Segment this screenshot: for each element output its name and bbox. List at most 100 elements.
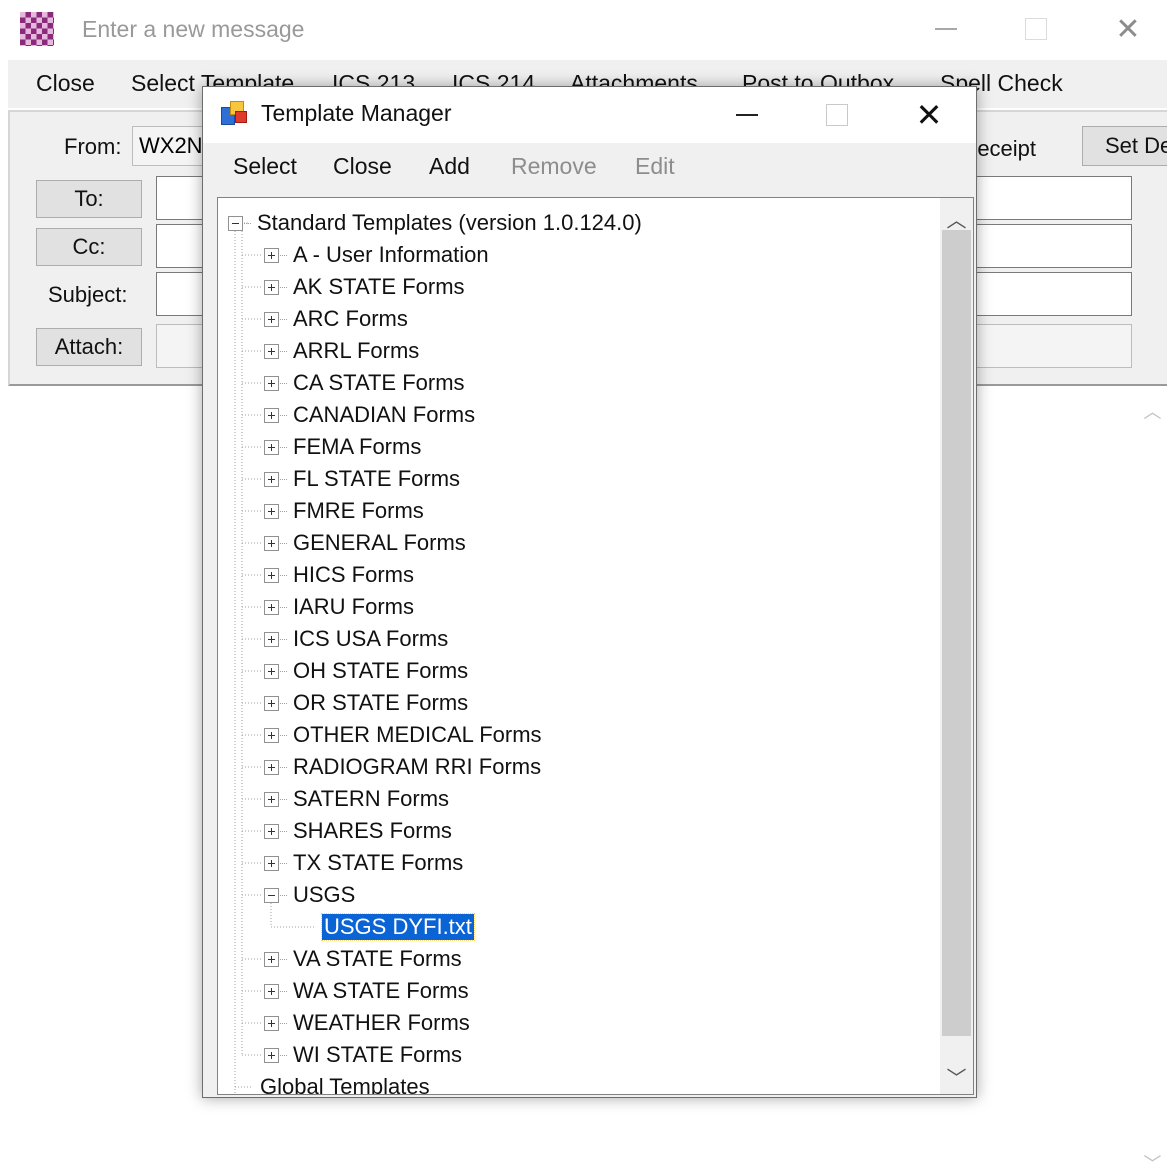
collapse-minus-icon[interactable]	[228, 215, 243, 231]
tree-folder-item[interactable]: CANADIAN Forms	[264, 400, 477, 430]
expand-plus-icon[interactable]	[264, 535, 279, 551]
tree-folder-item[interactable]: OR STATE Forms	[264, 688, 470, 718]
tree-node-label[interactable]: WA STATE Forms	[291, 978, 471, 1004]
tree-folder-item[interactable]: ARRL Forms	[264, 336, 421, 366]
tree-node-label[interactable]: OTHER MEDICAL Forms	[291, 722, 544, 748]
tree-node-label[interactable]: FMRE Forms	[291, 498, 426, 524]
minimize-button[interactable]	[916, 8, 976, 50]
expand-plus-icon[interactable]	[264, 951, 279, 967]
tree-folder-item[interactable]: CA STATE Forms	[264, 368, 467, 398]
expand-plus-icon[interactable]	[264, 823, 279, 839]
tree-node-label[interactable]: FL STATE Forms	[291, 466, 462, 492]
dialog-menu-select[interactable]: Select	[233, 153, 297, 180]
tree-node-label[interactable]: TX STATE Forms	[291, 850, 465, 876]
expand-plus-icon[interactable]	[264, 759, 279, 775]
tree-node-label[interactable]: CA STATE Forms	[291, 370, 467, 396]
tree-node-label[interactable]: GENERAL Forms	[291, 530, 468, 556]
expand-plus-icon[interactable]	[264, 279, 279, 295]
expand-plus-icon[interactable]	[264, 1047, 279, 1063]
tree-folder-item[interactable]: WEATHER Forms	[264, 1008, 472, 1038]
tree-node-label[interactable]: AK STATE Forms	[291, 274, 467, 300]
expand-plus-icon[interactable]	[264, 311, 279, 327]
tree-folder-item[interactable]: SHARES Forms	[264, 816, 454, 846]
to-button[interactable]: To:	[36, 180, 142, 218]
dialog-minimize-button[interactable]	[717, 93, 777, 137]
tree-node-label[interactable]: RADIOGRAM RRI Forms	[291, 754, 543, 780]
tree-folder-item[interactable]: IARU Forms	[264, 592, 416, 622]
expand-plus-icon[interactable]	[264, 695, 279, 711]
cc-button[interactable]: Cc:	[36, 228, 142, 266]
expand-plus-icon[interactable]	[264, 439, 279, 455]
tree-node-label[interactable]: IARU Forms	[291, 594, 416, 620]
expand-plus-icon[interactable]	[264, 983, 279, 999]
expand-plus-icon[interactable]	[264, 791, 279, 807]
tree-node-label[interactable]: HICS Forms	[291, 562, 416, 588]
scrollbar-thumb[interactable]	[942, 230, 971, 1036]
tree-folder-item[interactable]: AK STATE Forms	[264, 272, 467, 302]
expand-plus-icon[interactable]	[264, 503, 279, 519]
chevron-down-icon[interactable]: ﹀	[940, 1062, 973, 1090]
tree-leaf-selected[interactable]: USGS DYFI.txt	[318, 912, 475, 942]
tree-node-label[interactable]: ARRL Forms	[291, 338, 421, 364]
tree-folder-item[interactable]: WI STATE Forms	[264, 1040, 464, 1070]
tree-folder-item[interactable]: TX STATE Forms	[264, 848, 465, 878]
expand-plus-icon[interactable]	[264, 471, 279, 487]
maximize-button[interactable]	[1006, 8, 1066, 50]
tree-node-label[interactable]: USGS DYFI.txt	[321, 913, 475, 941]
expand-plus-icon[interactable]	[264, 663, 279, 679]
tree-node-label[interactable]: SHARES Forms	[291, 818, 454, 844]
menu-close[interactable]: Close	[36, 70, 95, 97]
tree-folder-item[interactable]: GENERAL Forms	[264, 528, 468, 558]
tree-folder-item[interactable]: A - User Information	[264, 240, 491, 270]
template-tree[interactable]: Standard Templates (version 1.0.124.0) A …	[217, 197, 974, 1095]
tree-node-label[interactable]: OR STATE Forms	[291, 690, 470, 716]
expand-plus-icon[interactable]	[264, 631, 279, 647]
expand-plus-icon[interactable]	[264, 343, 279, 359]
tree-node-label[interactable]: ARC Forms	[291, 306, 410, 332]
tree-folder-item[interactable]: OTHER MEDICAL Forms	[264, 720, 544, 750]
tree-folder-item[interactable]: FEMA Forms	[264, 432, 423, 462]
tree-folder-item[interactable]: OH STATE Forms	[264, 656, 470, 686]
tree-scrollbar[interactable]: ︿ ﹀	[940, 198, 973, 1094]
tree-folder-item[interactable]: HICS Forms	[264, 560, 416, 590]
tree-node-label[interactable]: WEATHER Forms	[291, 1010, 472, 1036]
tree-node-label[interactable]: A - User Information	[291, 242, 491, 268]
expand-plus-icon[interactable]	[264, 599, 279, 615]
expand-plus-icon[interactable]	[264, 1015, 279, 1031]
tree-folder-item[interactable]: RADIOGRAM RRI Forms	[264, 752, 543, 782]
expand-plus-icon[interactable]	[264, 407, 279, 423]
tree-node-label[interactable]: FEMA Forms	[291, 434, 423, 460]
expand-plus-icon[interactable]	[264, 375, 279, 391]
tree-folder-item[interactable]: USGS	[264, 880, 357, 910]
message-body-scrollbar[interactable]: ︿ ﹀	[1138, 388, 1167, 1176]
dialog-menu-remove[interactable]: Remove	[511, 153, 597, 180]
chevron-up-icon[interactable]: ︿	[1138, 398, 1167, 422]
set-default-button[interactable]: Set De	[1082, 126, 1167, 166]
tree-node-label[interactable]: OH STATE Forms	[291, 658, 470, 684]
tree-folder-item[interactable]: WA STATE Forms	[264, 976, 471, 1006]
expand-plus-icon[interactable]	[264, 855, 279, 871]
expand-plus-icon[interactable]	[264, 247, 279, 263]
dialog-maximize-button[interactable]	[807, 93, 867, 137]
attach-button[interactable]: Attach:	[36, 328, 142, 366]
tree-node-label[interactable]: WI STATE Forms	[291, 1042, 464, 1068]
tree-root-global-templates[interactable]: Global Templates	[254, 1072, 432, 1094]
tree-folder-item[interactable]: ARC Forms	[264, 304, 410, 334]
tree-folder-item[interactable]: FMRE Forms	[264, 496, 426, 526]
tree-folder-item[interactable]: VA STATE Forms	[264, 944, 464, 974]
tree-folder-item[interactable]: FL STATE Forms	[264, 464, 462, 494]
dialog-menu-edit[interactable]: Edit	[635, 153, 675, 180]
tree-node-label[interactable]: SATERN Forms	[291, 786, 451, 812]
dialog-close-button[interactable]: ✕	[899, 93, 959, 137]
expand-plus-icon[interactable]	[264, 727, 279, 743]
chevron-down-icon[interactable]: ﹀	[1138, 1150, 1167, 1174]
collapse-minus-icon[interactable]	[264, 887, 279, 903]
dialog-menu-add[interactable]: Add	[429, 153, 470, 180]
tree-node-label[interactable]: VA STATE Forms	[291, 946, 464, 972]
tree-node-label[interactable]: CANADIAN Forms	[291, 402, 477, 428]
close-window-button[interactable]: ✕	[1098, 8, 1158, 50]
expand-plus-icon[interactable]	[264, 567, 279, 583]
tree-root-standard-templates[interactable]: Standard Templates (version 1.0.124.0)	[228, 208, 644, 238]
tree-node-label[interactable]: ICS USA Forms	[291, 626, 450, 652]
tree-folder-item[interactable]: SATERN Forms	[264, 784, 451, 814]
